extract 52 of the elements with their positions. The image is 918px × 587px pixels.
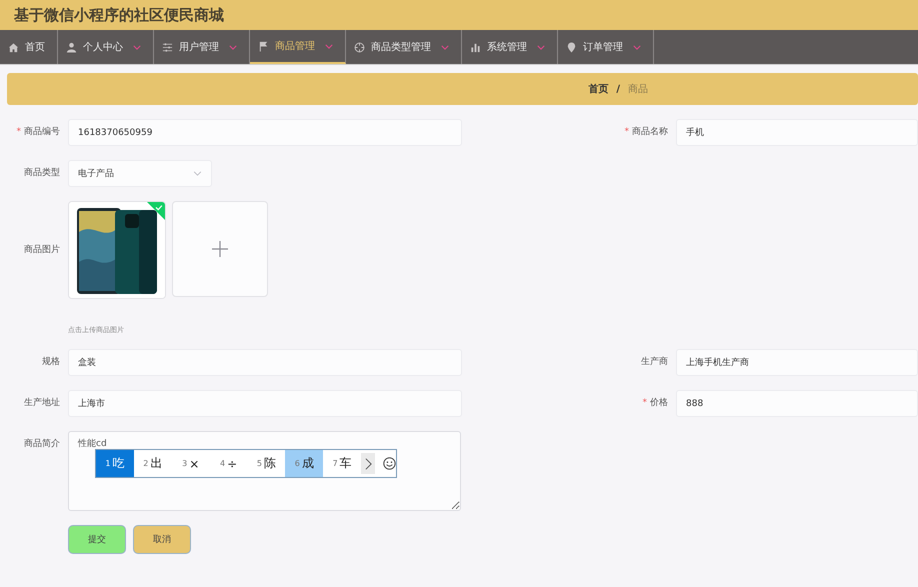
- pin-icon: [566, 42, 577, 52]
- input-field[interactable]: 盒装: [68, 349, 462, 376]
- breadcrumb-separator: /: [616, 84, 620, 94]
- chevron-icon: [229, 44, 237, 50]
- nav-tab[interactable]: 个人中心: [58, 30, 154, 64]
- field-label: * 商品编号: [16, 126, 61, 139]
- field-label: * 商品名称: [624, 126, 669, 139]
- chevron-icon: [133, 44, 141, 50]
- chevron-icon: [325, 44, 333, 48]
- breadcrumb-link[interactable]: 首页: [588, 82, 608, 96]
- chevron-icon: [193, 171, 202, 176]
- select-field[interactable]: 电子产品: [68, 160, 212, 187]
- next-page-button[interactable]: [361, 453, 376, 474]
- field-label: 商品类型: [23, 166, 61, 180]
- field-label: 商品图片: [23, 244, 61, 257]
- home-icon: [8, 42, 19, 52]
- input-field[interactable]: 888: [676, 390, 918, 417]
- field-label: 生产地址: [23, 396, 61, 410]
- ime-candidate[interactable]: 6 成: [285, 450, 324, 477]
- nav-tab[interactable]: 商品管理: [250, 30, 346, 64]
- chevron-icon: [633, 44, 641, 50]
- input-field[interactable]: 上海手机生产商: [676, 349, 918, 376]
- input-field[interactable]: 手机: [676, 119, 918, 146]
- nav-tab[interactable]: 首页: [0, 30, 58, 64]
- required-mark: *: [16, 127, 21, 137]
- field-label: * 价格: [642, 396, 669, 410]
- input-field[interactable]: 1618370650959: [68, 119, 462, 146]
- ime-candidate[interactable]: 1 吃: [96, 450, 134, 477]
- nav-tab[interactable]: 商品类型管理: [346, 30, 462, 64]
- plus-icon: [212, 241, 228, 257]
- nav-tab[interactable]: 系统管理: [462, 30, 558, 64]
- success-check-icon: [147, 202, 165, 220]
- field-label: 商品简介: [23, 438, 61, 451]
- nav-tab[interactable]: 订单管理: [558, 30, 654, 64]
- bar-chart-icon: [470, 42, 481, 52]
- app-title: 基于微信小程序的社区便民商城: [14, 6, 224, 24]
- cancel-button[interactable]: 取消: [133, 525, 191, 554]
- person-icon: [66, 42, 77, 52]
- chevron-icon: [441, 44, 449, 50]
- required-mark: *: [642, 398, 647, 408]
- required-mark: *: [624, 127, 629, 137]
- submit-button[interactable]: 提交: [68, 525, 126, 554]
- field-label: 生产商: [640, 356, 669, 369]
- field-label: 规格: [41, 356, 61, 369]
- nav-tab[interactable]: 用户管理: [154, 30, 250, 64]
- input-field[interactable]: 上海市: [68, 390, 462, 417]
- flag-icon: [258, 40, 269, 52]
- chevron-icon: [537, 44, 545, 50]
- smiley-icon[interactable]: [383, 457, 396, 470]
- chevron-right-icon: [364, 456, 372, 470]
- crosshair-icon: [354, 42, 365, 52]
- sliders-icon: [162, 42, 173, 52]
